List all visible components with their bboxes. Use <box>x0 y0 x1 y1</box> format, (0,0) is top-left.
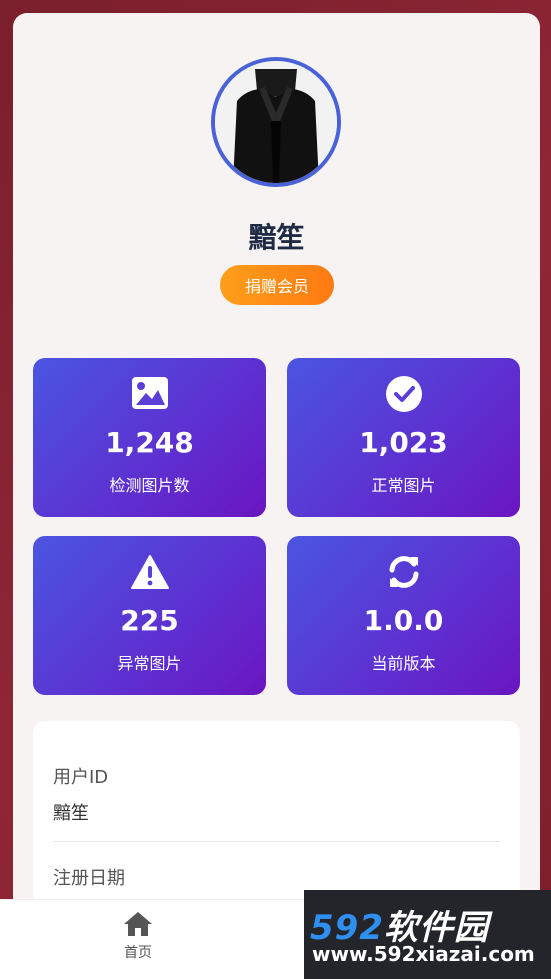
stat-label: 当前版本 <box>371 654 436 673</box>
stat-card-normal[interactable]: 1,023 正常图片 <box>287 358 520 517</box>
watermark-url: www.592xiazai.com <box>312 942 535 966</box>
tab-home[interactable]: 首页 <box>0 900 276 979</box>
user-id-label: 用户ID <box>53 767 109 788</box>
user-id-value: 黯笙 <box>53 803 89 824</box>
stat-label: 检测图片数 <box>109 476 190 495</box>
divider <box>53 841 500 842</box>
refresh-icon <box>287 554 520 590</box>
avatar[interactable] <box>211 57 341 187</box>
username: 黯笙 <box>248 221 305 254</box>
stat-card-detected[interactable]: 1,248 检测图片数 <box>33 358 266 517</box>
check-circle-icon <box>287 376 520 412</box>
member-badge: 捐赠会员 <box>220 265 334 305</box>
home-icon <box>124 912 152 936</box>
watermark-logo: 592软件园 www.592xiazai.com <box>304 890 551 979</box>
tab-home-label: 首页 <box>124 945 152 961</box>
stat-card-abnormal[interactable]: 225 异常图片 <box>33 536 266 695</box>
avatar-image <box>215 61 337 183</box>
stat-label: 正常图片 <box>371 476 436 495</box>
stat-value: 1,248 <box>105 426 194 459</box>
stat-label: 异常图片 <box>117 654 182 673</box>
stat-value: 225 <box>120 604 179 637</box>
user-info-panel: 用户ID 黯笙 注册日期 <box>33 721 520 913</box>
profile-card: 黯笙 捐赠会员 1,248 检测图片数 1,023 正常图片 225 异常图片 … <box>13 13 540 913</box>
image-icon <box>33 376 266 412</box>
register-date-label: 注册日期 <box>53 868 125 889</box>
stat-value: 1,023 <box>359 426 448 459</box>
warning-icon <box>33 554 266 590</box>
stat-card-version[interactable]: 1.0.0 当前版本 <box>287 536 520 695</box>
stat-value: 1.0.0 <box>363 604 444 637</box>
